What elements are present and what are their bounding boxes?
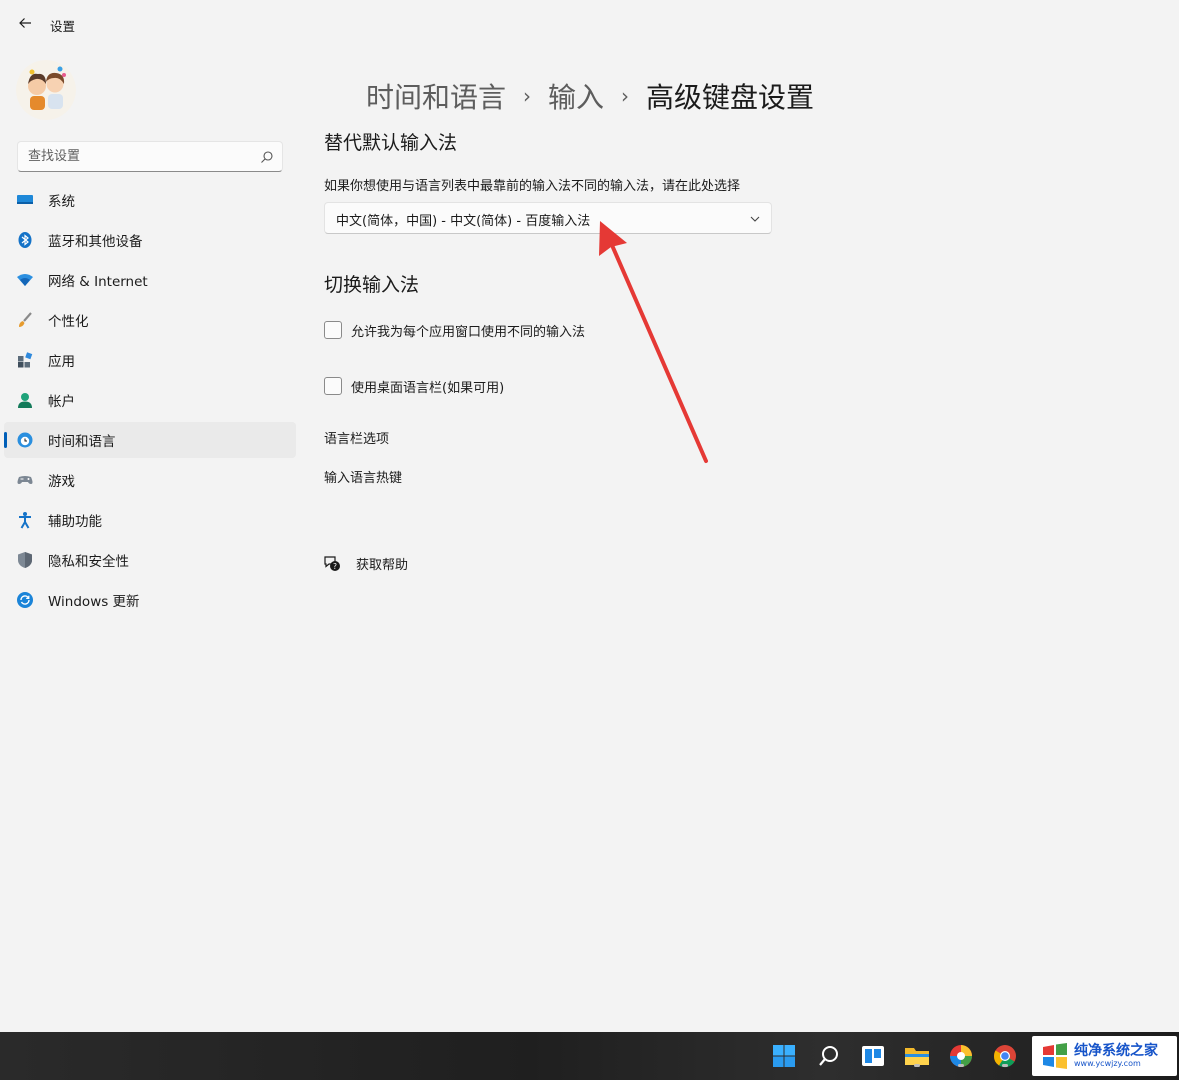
sidebar-item-label: 个性化 <box>48 314 89 330</box>
active-indicator <box>4 432 7 448</box>
breadcrumb: 时间和语言 › 输入 › 高级键盘设置 <box>366 76 814 116</box>
watermark: 纯净系统之家 www.ycwjzy.com <box>1032 1036 1177 1076</box>
page-title: 高级键盘设置 <box>646 81 815 114</box>
avatar[interactable] <box>16 60 76 120</box>
per-app-input-checkbox[interactable] <box>324 321 342 339</box>
taskbar-search-button[interactable] <box>815 1042 843 1070</box>
breadcrumb-separator: › <box>523 84 532 108</box>
taskbar: 纯净系统之家 www.ycwjzy.com <box>0 1032 1179 1080</box>
back-button[interactable] <box>14 12 36 34</box>
language-bar-options-link[interactable]: 语言栏选项 <box>324 428 389 447</box>
sidebar-item-apps[interactable]: 应用 <box>4 342 296 378</box>
sidebar-item-system[interactable]: 系统 <box>4 182 296 218</box>
windows-logo-icon <box>773 1045 795 1067</box>
sidebar-item-label: 网络 & Internet <box>48 274 148 290</box>
sidebar-item-gaming[interactable]: 游戏 <box>4 462 296 498</box>
colorful-app-button[interactable] <box>947 1042 975 1070</box>
desktop-language-bar-checkbox[interactable] <box>324 377 342 395</box>
monitor-icon <box>16 191 34 209</box>
breadcrumb-input[interactable]: 输入 <box>548 76 604 116</box>
watermark-url: www.ycwjzy.com <box>1074 1059 1141 1068</box>
sidebar-item-privacy[interactable]: 隐私和安全性 <box>4 542 296 578</box>
start-button[interactable] <box>770 1042 798 1070</box>
accessibility-icon <box>16 511 34 529</box>
input-method-selected: 中文(简体，中国) - 中文(简体) - 百度输入法 <box>336 214 591 229</box>
override-description: 如果你想使用与语言列表中最靠前的输入法不同的输入法，请在此处选择 <box>324 179 741 194</box>
sidebar-item-label: 游戏 <box>48 474 75 490</box>
search-box[interactable] <box>17 141 283 172</box>
desktop-language-bar-label: 使用桌面语言栏(如果可用) <box>351 380 505 396</box>
wifi-icon <box>16 271 34 289</box>
update-icon <box>16 591 34 609</box>
sidebar-item-label: 隐私和安全性 <box>48 554 129 570</box>
running-indicator <box>914 1064 920 1067</box>
sidebar-item-bluetooth[interactable]: 蓝牙和其他设备 <box>4 222 296 258</box>
globe-clock-icon <box>16 431 34 449</box>
bluetooth-icon <box>16 231 34 249</box>
search-icon <box>819 1046 838 1066</box>
shield-icon <box>16 551 34 569</box>
help-chat-icon: ? <box>324 556 340 571</box>
sidebar-item-personalization[interactable]: 个性化 <box>4 302 296 338</box>
task-view-icon <box>862 1046 884 1066</box>
watermark-logo-icon <box>1043 1043 1067 1069</box>
file-explorer-button[interactable] <box>903 1042 931 1070</box>
get-help-label: 获取帮助 <box>356 557 409 573</box>
switching-section-title: 切换输入法 <box>324 274 420 296</box>
override-section-title: 替代默认输入法 <box>324 132 458 154</box>
breadcrumb-separator: › <box>621 84 630 108</box>
sidebar-item-label: 时间和语言 <box>48 434 116 450</box>
sidebar-item-label: Windows 更新 <box>48 594 140 610</box>
svg-text:?: ? <box>333 562 337 571</box>
gamepad-icon <box>16 471 34 489</box>
sidebar-item-accessibility[interactable]: 辅助功能 <box>4 502 296 538</box>
sidebar-item-windows-update[interactable]: Windows 更新 <box>4 582 296 618</box>
chrome-button[interactable] <box>991 1042 1019 1070</box>
sidebar-item-label: 蓝牙和其他设备 <box>48 234 143 250</box>
get-help-link[interactable]: ? 获取帮助 <box>322 552 408 574</box>
app-title: 设置 <box>50 19 76 34</box>
apps-icon <box>16 351 34 369</box>
input-method-dropdown[interactable]: 中文(简体，中国) - 中文(简体) - 百度输入法 <box>324 202 772 234</box>
input-hotkeys-link[interactable]: 输入语言热键 <box>324 467 402 486</box>
task-view-button[interactable] <box>859 1042 887 1070</box>
sidebar-nav: 系统 蓝牙和其他设备 网络 & Internet 个性化 应用 帐户 时间和语言… <box>4 182 296 622</box>
sidebar-item-accounts[interactable]: 帐户 <box>4 382 296 418</box>
search-icon[interactable] <box>260 150 274 164</box>
brush-icon <box>16 311 34 329</box>
sidebar-item-label: 应用 <box>48 354 75 370</box>
breadcrumb-time-language[interactable]: 时间和语言 <box>366 76 506 116</box>
per-app-input-label: 允许我为每个应用窗口使用不同的输入法 <box>351 324 586 340</box>
watermark-title: 纯净系统之家 <box>1074 1043 1158 1059</box>
sidebar-item-time-language[interactable]: 时间和语言 <box>4 422 296 458</box>
search-input[interactable] <box>18 142 264 171</box>
sidebar-item-label: 帐户 <box>48 394 75 410</box>
sidebar-item-label: 辅助功能 <box>48 514 102 530</box>
running-indicator <box>958 1064 964 1067</box>
sidebar-item-label: 系统 <box>48 194 75 210</box>
per-app-input-option[interactable]: 允许我为每个应用窗口使用不同的输入法 <box>324 319 585 341</box>
person-icon <box>16 391 34 409</box>
title-bar: 设置 <box>0 0 1179 48</box>
desktop-language-bar-option[interactable]: 使用桌面语言栏(如果可用) <box>324 375 504 397</box>
running-indicator <box>1002 1064 1008 1067</box>
back-arrow-icon <box>19 18 31 28</box>
sidebar-item-network[interactable]: 网络 & Internet <box>4 262 296 298</box>
chevron-down-icon <box>750 216 760 222</box>
